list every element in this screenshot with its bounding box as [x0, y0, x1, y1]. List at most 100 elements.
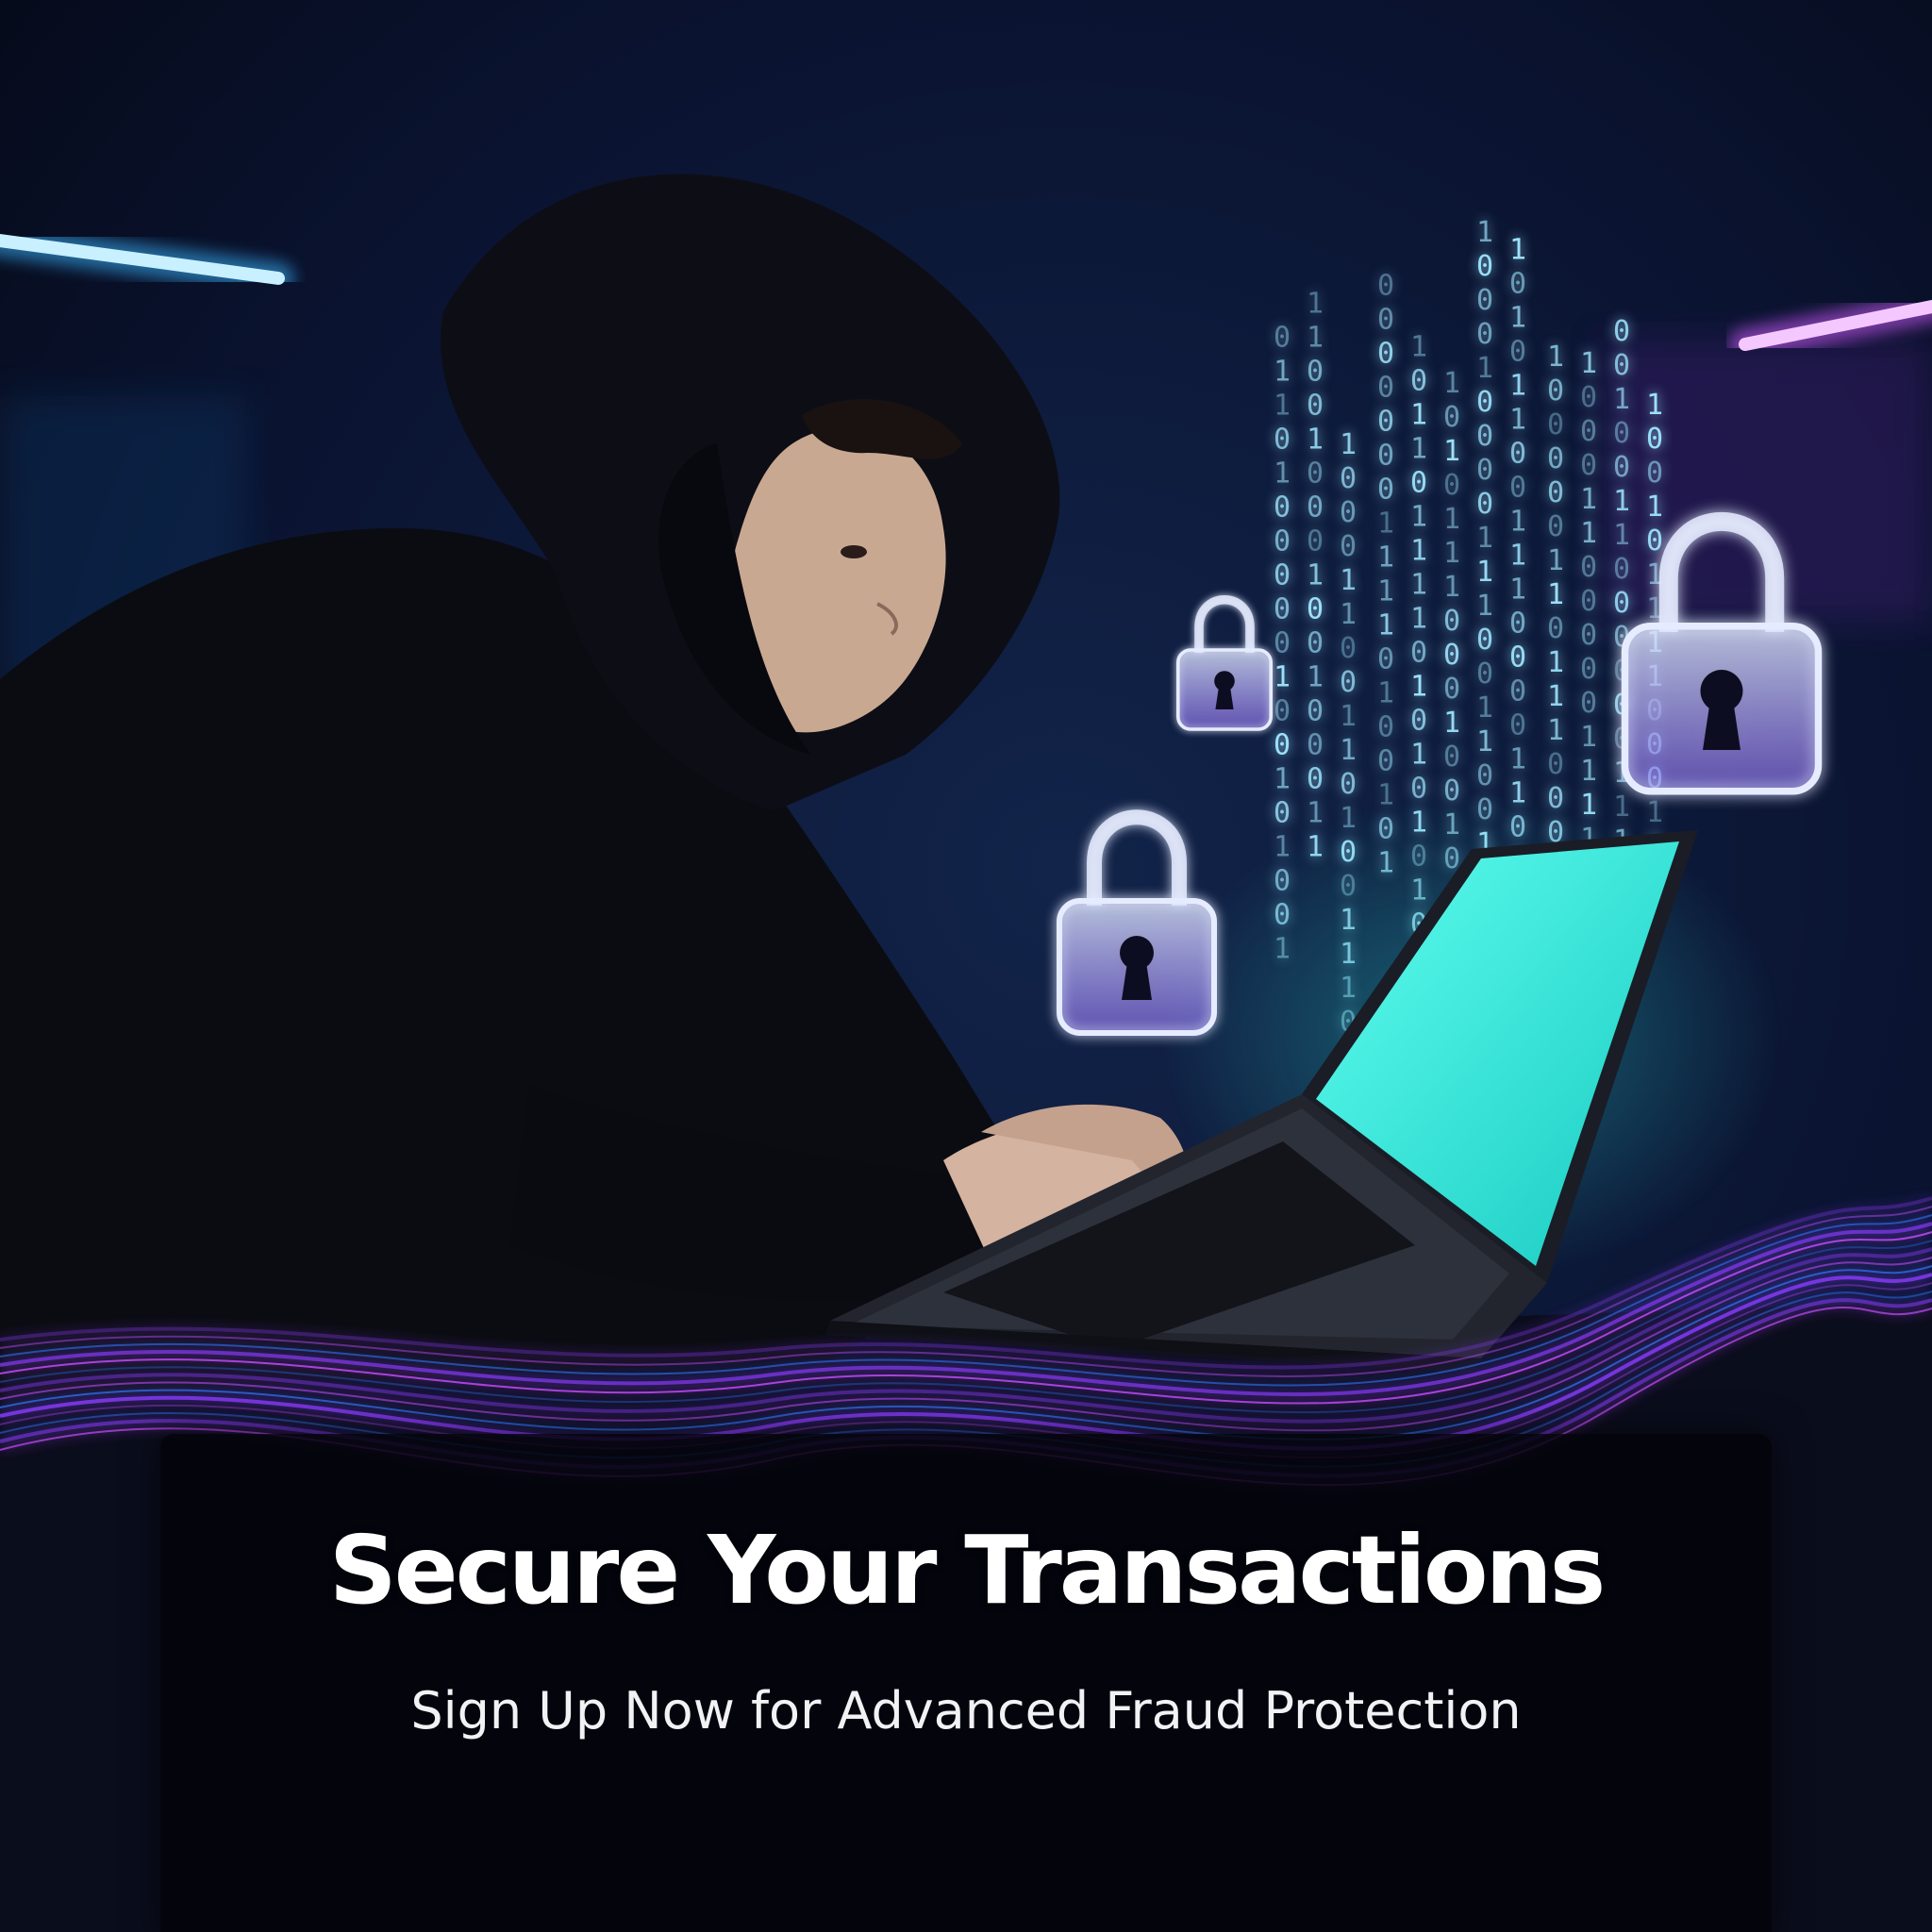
svg-text:1: 1 [1377, 609, 1394, 642]
svg-text:0: 0 [1307, 728, 1324, 761]
svg-text:0: 0 [1476, 386, 1493, 419]
svg-text:0: 0 [1580, 653, 1597, 686]
svg-text:0: 0 [1613, 417, 1630, 450]
svg-text:0: 0 [1377, 474, 1394, 507]
svg-text:0: 0 [1410, 704, 1427, 737]
subheadline: Sign Up Now for Advanced Fraud Protectio… [410, 1681, 1522, 1740]
svg-text:0: 0 [1580, 551, 1597, 584]
svg-text:1: 1 [1410, 534, 1427, 567]
svg-text:1: 1 [1580, 483, 1597, 516]
svg-text:1: 1 [1509, 301, 1526, 334]
svg-text:0: 0 [1580, 687, 1597, 720]
svg-text:0: 0 [1547, 510, 1564, 543]
svg-text:1: 1 [1274, 458, 1291, 491]
svg-text:0: 0 [1410, 364, 1427, 397]
svg-text:1: 1 [1377, 508, 1394, 541]
svg-text:0: 0 [1307, 457, 1324, 490]
svg-text:0: 0 [1476, 284, 1493, 317]
svg-text:1: 1 [1377, 541, 1394, 575]
svg-text:0: 0 [1646, 457, 1663, 490]
svg-text:0: 0 [1443, 673, 1460, 706]
svg-text:1: 1 [1410, 670, 1427, 703]
svg-text:0: 0 [1580, 449, 1597, 482]
svg-text:0: 0 [1307, 762, 1324, 795]
svg-text:0: 0 [1340, 530, 1357, 563]
svg-text:0: 0 [1274, 797, 1291, 830]
svg-text:1: 1 [1443, 367, 1460, 400]
svg-text:0: 0 [1476, 658, 1493, 691]
svg-text:0: 0 [1580, 585, 1597, 618]
svg-text:1: 1 [1509, 742, 1526, 775]
svg-text:1: 1 [1443, 571, 1460, 604]
svg-text:0: 0 [1443, 639, 1460, 672]
svg-text:1: 1 [1547, 646, 1564, 679]
svg-text:0: 0 [1307, 389, 1324, 422]
svg-text:0: 0 [1274, 525, 1291, 558]
svg-text:0: 0 [1443, 741, 1460, 774]
svg-text:0: 0 [1274, 627, 1291, 660]
svg-text:1: 1 [1274, 763, 1291, 796]
svg-text:1: 1 [1613, 383, 1630, 416]
svg-text:0: 0 [1274, 729, 1291, 762]
svg-text:0: 0 [1509, 675, 1526, 708]
svg-text:0: 0 [1476, 250, 1493, 283]
svg-text:1: 1 [1580, 517, 1597, 550]
svg-text:0: 0 [1340, 768, 1357, 801]
caption-panel: Secure Your Transactions Sign Up Now for… [160, 1434, 1772, 1932]
svg-text:0: 0 [1377, 338, 1394, 371]
svg-text:0: 0 [1613, 451, 1630, 484]
svg-text:0: 0 [1476, 454, 1493, 487]
svg-text:0: 0 [1410, 636, 1427, 669]
svg-text:1: 1 [1307, 287, 1324, 320]
svg-text:1: 1 [1509, 369, 1526, 402]
svg-text:0: 0 [1580, 381, 1597, 414]
svg-text:0: 0 [1509, 335, 1526, 368]
svg-text:1: 1 [1476, 691, 1493, 724]
svg-text:1: 1 [1509, 539, 1526, 572]
svg-text:1: 1 [1274, 390, 1291, 423]
svg-text:1: 1 [1547, 680, 1564, 713]
svg-text:1: 1 [1476, 216, 1493, 249]
svg-text:1: 1 [1646, 389, 1663, 422]
svg-text:0: 0 [1547, 612, 1564, 645]
svg-text:1: 1 [1410, 432, 1427, 465]
headline: Secure Your Transactions [328, 1515, 1607, 1625]
svg-text:1: 1 [1443, 707, 1460, 740]
svg-text:0: 0 [1443, 605, 1460, 638]
svg-text:0: 0 [1410, 466, 1427, 499]
svg-text:0: 0 [1377, 270, 1394, 303]
svg-text:0: 0 [1307, 525, 1324, 558]
svg-text:0: 0 [1509, 641, 1526, 674]
svg-text:0: 0 [1307, 592, 1324, 625]
svg-text:1: 1 [1613, 791, 1630, 824]
svg-text:0: 0 [1307, 491, 1324, 524]
svg-text:1: 1 [1410, 500, 1427, 533]
svg-text:1: 1 [1443, 537, 1460, 570]
svg-text:1: 1 [1307, 558, 1324, 591]
svg-text:1: 1 [1476, 522, 1493, 555]
svg-text:0: 0 [1580, 415, 1597, 448]
svg-text:0: 0 [1476, 488, 1493, 521]
svg-text:0: 0 [1377, 711, 1394, 744]
svg-text:1: 1 [1509, 233, 1526, 266]
ad-banner: 0110100000100101001110010001001000111000… [0, 0, 1932, 1932]
svg-text:1: 1 [1547, 714, 1564, 747]
svg-text:1: 1 [1377, 575, 1394, 608]
svg-text:0: 0 [1377, 643, 1394, 676]
svg-text:1: 1 [1476, 352, 1493, 385]
svg-text:0: 0 [1443, 469, 1460, 502]
svg-text:1: 1 [1613, 485, 1630, 518]
svg-text:1: 1 [1307, 660, 1324, 693]
svg-text:0: 0 [1377, 304, 1394, 337]
svg-text:0: 0 [1613, 315, 1630, 348]
svg-text:0: 0 [1274, 593, 1291, 626]
svg-text:1: 1 [1410, 738, 1427, 771]
svg-text:1: 1 [1580, 755, 1597, 788]
svg-text:1: 1 [1410, 602, 1427, 635]
svg-text:0: 0 [1274, 322, 1291, 355]
svg-text:0: 0 [1509, 267, 1526, 300]
svg-text:1: 1 [1547, 341, 1564, 374]
svg-text:0: 0 [1377, 745, 1394, 778]
svg-text:0: 0 [1476, 420, 1493, 453]
svg-text:1: 1 [1443, 435, 1460, 468]
